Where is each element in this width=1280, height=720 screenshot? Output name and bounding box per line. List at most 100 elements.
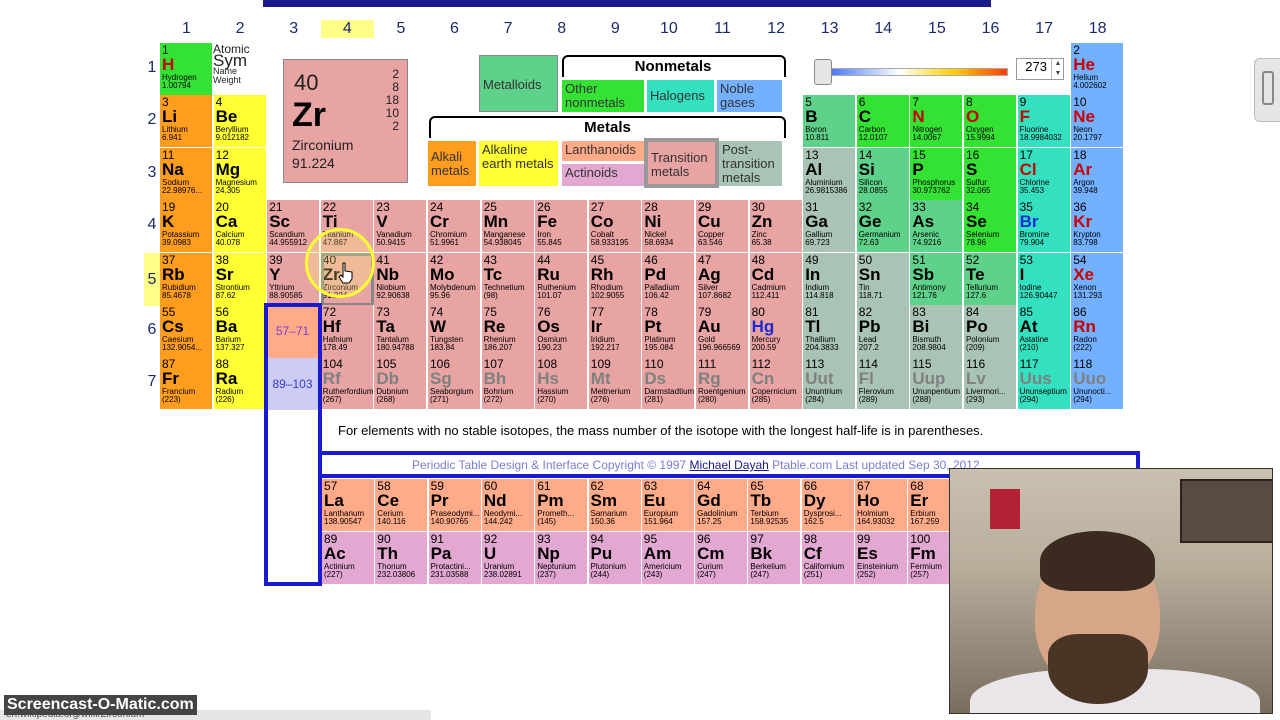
element-co[interactable]: 27 Co Cobalt 58.933195 [588, 200, 642, 254]
element-fl[interactable]: 114 Fl Flerovium (289) [856, 357, 910, 411]
period-number-6[interactable]: 6 [144, 321, 160, 339]
element-ge[interactable]: 32 Ge Germanium 72.63 [856, 200, 910, 254]
author-link[interactable]: Michael Dayah [689, 458, 768, 472]
element-s[interactable]: 16 S Sulfur 32.065 [964, 147, 1017, 201]
legend-alkaline-earth-metals[interactable]: Alkaline earth metals [479, 141, 558, 186]
element-k[interactable]: 19 K Potassium 39.0983 [160, 200, 213, 254]
element-cr[interactable]: 24 Cr Chromium 51.9961 [428, 200, 481, 254]
element-c[interactable]: 6 C Carbon 12.0107 [856, 95, 910, 149]
element-ar[interactable]: 18 Ar Argon 39.948 [1071, 147, 1125, 201]
element-rg[interactable]: 111 Rg Roentgenium (280) [696, 357, 749, 411]
element-pm[interactable]: 61 Pm Prometh... (145) [535, 479, 589, 532]
element-uus[interactable]: 117 Uus Ununseptium (294) [1017, 357, 1071, 411]
element-os[interactable]: 76 Os Osmium 190.23 [535, 305, 589, 358]
temperature-spinner[interactable]: ▲ ▼ [1051, 59, 1064, 79]
group-number-1[interactable]: 1 [160, 20, 213, 38]
element-h[interactable]: 1 H Hydrogen 1.00794 [160, 43, 213, 96]
element-au[interactable]: 79 Au Gold 196.966569 [696, 305, 749, 358]
element-rn[interactable]: 86 Rn Radon (222) [1071, 305, 1125, 358]
period-number-1[interactable]: 1 [144, 59, 160, 77]
element-se[interactable]: 34 Se Selenium 78.96 [964, 200, 1017, 254]
element-db[interactable]: 105 Db Dubnium (268) [374, 357, 428, 411]
element-na[interactable]: 11 Na Sodium 22.98976... [160, 147, 213, 201]
legend-metalloids[interactable]: Metalloids [479, 55, 558, 112]
legend-actinoids[interactable]: Actinoids [562, 164, 644, 186]
element-u[interactable]: 92 U Uranium 238.02891 [481, 532, 535, 585]
element-am[interactable]: 95 Am Americium (243) [641, 532, 695, 585]
element-ir[interactable]: 77 Ir Iridium 192.217 [588, 305, 642, 358]
legend-lanthanoids[interactable]: Lanthanoids [562, 141, 644, 161]
element-ru[interactable]: 44 Ru Ruthenium 101.07 [535, 252, 589, 306]
element-ta[interactable]: 73 Ta Tantalum 180.94788 [374, 305, 428, 358]
element-cm[interactable]: 96 Cm Curium (247) [695, 532, 749, 585]
element-in[interactable]: 49 In Indium 114.818 [803, 252, 857, 306]
group-number-13[interactable]: 13 [803, 20, 856, 38]
element-dy[interactable]: 66 Dy Dysprosi... 162.5 [801, 479, 855, 532]
element-he[interactable]: 2 He Helium 4.002602 [1071, 43, 1125, 96]
group-number-10[interactable]: 10 [642, 20, 695, 38]
group-number-5[interactable]: 5 [374, 20, 427, 38]
period-number-3[interactable]: 3 [144, 164, 160, 182]
element-li[interactable]: 3 Li Lithium 6.941 [160, 95, 213, 149]
element-ac[interactable]: 89 Ac Actinium (227) [322, 532, 375, 585]
element-rf[interactable]: 104 Rf Rutherfordium (267) [320, 357, 374, 411]
legend-noble-gases[interactable]: Noble gases [717, 80, 782, 112]
element-b[interactable]: 5 B Boron 10.811 [803, 95, 857, 149]
element-i[interactable]: 53 I Iodine 126.90447 [1017, 252, 1071, 306]
element-at[interactable]: 85 At Astatine (210) [1017, 305, 1071, 358]
element-ba[interactable]: 56 Ba Barium 137.327 [213, 305, 267, 358]
element-hf[interactable]: 72 Hf Hafnium 178.49 [320, 305, 374, 358]
element-la[interactable]: 57 La Lanthanum 138.90547 [322, 479, 375, 532]
period-number-4[interactable]: 4 [144, 216, 160, 234]
spin-down-icon[interactable]: ▼ [1052, 69, 1064, 79]
element-ra[interactable]: 88 Ra Radium (226) [213, 357, 267, 411]
element-mg[interactable]: 12 Mg Magnesium 24.305 [213, 147, 267, 201]
element-pr[interactable]: 59 Pr Praseodymi... 140.90765 [428, 479, 482, 532]
element-ca[interactable]: 20 Ca Calcium 40.078 [213, 200, 267, 254]
element-zn[interactable]: 30 Zn Zinc 65.38 [749, 200, 803, 254]
element-sn[interactable]: 50 Sn Tin 118.71 [856, 252, 910, 306]
element-ce[interactable]: 58 Ce Cerium 140.116 [375, 479, 429, 532]
element-fr[interactable]: 87 Fr Francium (223) [160, 357, 213, 411]
group-number-3[interactable]: 3 [267, 20, 320, 38]
element-th[interactable]: 90 Th Thorium 232.03806 [375, 532, 429, 585]
group-number-6[interactable]: 6 [428, 20, 481, 38]
group-number-15[interactable]: 15 [910, 20, 963, 38]
element-si[interactable]: 14 Si Silicon 28.0855 [856, 147, 910, 201]
element-ni[interactable]: 28 Ni Nickel 58.6934 [642, 200, 696, 254]
legend-transition-metals[interactable]: Transition metals [644, 138, 719, 188]
group-number-14[interactable]: 14 [857, 20, 910, 38]
element-w[interactable]: 74 W Tungsten 183.84 [428, 305, 481, 358]
element-eu[interactable]: 63 Eu Europium 151.964 [641, 479, 695, 532]
element-cf[interactable]: 98 Cf Californium (251) [801, 532, 855, 585]
element-ne[interactable]: 10 Ne Neon 20.1797 [1071, 95, 1125, 149]
element-cu[interactable]: 29 Cu Copper 63.546 [696, 200, 749, 254]
element-xe[interactable]: 54 Xe Xenon 131.293 [1071, 252, 1125, 306]
legend-halogens[interactable]: Halogens [647, 80, 714, 112]
group-number-2[interactable]: 2 [214, 20, 267, 38]
element-cd[interactable]: 48 Cd Cadmium 112.411 [749, 252, 803, 306]
element-kr[interactable]: 36 Kr Krypton 83.798 [1071, 200, 1125, 254]
element-be[interactable]: 4 Be Beryllium 9.012182 [213, 95, 267, 149]
element-uuo[interactable]: 118 Uuo Ununocti... (294) [1071, 357, 1125, 411]
element-nb[interactable]: 41 Nb Niobium 92.90638 [374, 252, 428, 306]
element-pt[interactable]: 78 Pt Platinum 195.084 [642, 305, 696, 358]
group-number-12[interactable]: 12 [750, 20, 803, 38]
element-np[interactable]: 93 Np Neptunium (237) [535, 532, 589, 585]
element-f[interactable]: 9 F Fluorine 18.9984032 [1017, 95, 1071, 149]
legend-other-nonmetals[interactable]: Other nonmetals [562, 80, 644, 112]
legend-alkali-metals[interactable]: Alkali metals [428, 141, 476, 186]
element-ag[interactable]: 47 Ag Silver 107.8682 [696, 252, 749, 306]
period-number-5[interactable]: 5 [144, 252, 160, 306]
element-ga[interactable]: 31 Ga Gallium 69.723 [803, 200, 857, 254]
element-hg[interactable]: 80 Hg Mercury 200.59 [749, 305, 803, 358]
element-tl[interactable]: 81 Tl Thallium 204.3833 [803, 305, 857, 358]
element-bi[interactable]: 83 Bi Bismuth 208.9804 [910, 305, 964, 358]
element-sm[interactable]: 62 Sm Samarium 150.36 [588, 479, 642, 532]
group-number-16[interactable]: 16 [964, 20, 1017, 38]
element-sr[interactable]: 38 Sr Strontium 87.62 [213, 252, 267, 306]
period-number-7[interactable]: 7 [144, 373, 160, 391]
element-nd[interactable]: 60 Nd Neodymi... 144.242 [481, 479, 535, 532]
element-n[interactable]: 7 N Nitrogen 14.0067 [910, 95, 964, 149]
element-al[interactable]: 13 Al Aluminium 26.9815386 [803, 147, 857, 201]
